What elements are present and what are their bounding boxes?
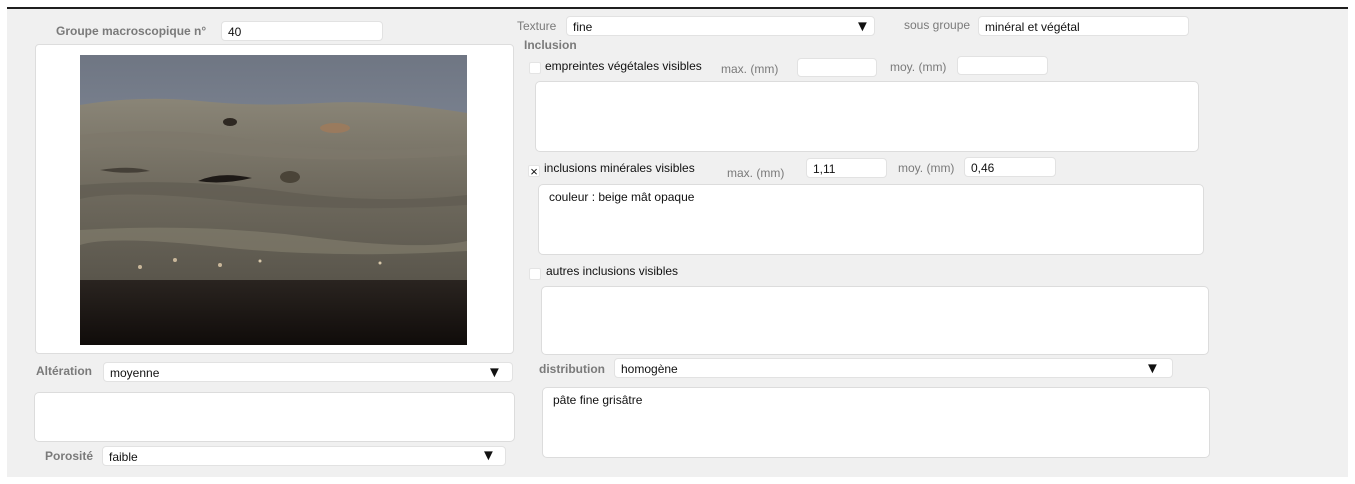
distribution-select[interactable]: homogène (614, 358, 1173, 378)
groupe-label: Groupe macroscopique n° (56, 24, 207, 38)
sample-photo-image (80, 55, 467, 345)
mineral-notes[interactable]: couleur : beige mât opaque (538, 184, 1204, 255)
texture-select[interactable]: fine (566, 16, 875, 36)
alteration-select[interactable]: moyenne (103, 362, 513, 382)
mineral-max-label: max. (mm) (727, 166, 785, 180)
distribution-dropdown-arrow-icon[interactable]: ▼ (1145, 361, 1160, 376)
mineral-moy-label: moy. (mm) (898, 161, 955, 175)
mineral-checkbox-icon[interactable]: × (528, 165, 540, 178)
vegetal-max-label: max. (mm) (721, 62, 779, 76)
inclusion-heading: Inclusion (524, 38, 577, 52)
vegetal-moy-field[interactable] (957, 56, 1048, 75)
sample-photo (80, 55, 467, 345)
texture-dropdown-arrow-icon[interactable]: ▼ (855, 19, 870, 34)
porosite-label: Porosité (45, 449, 94, 463)
autres-checkbox-icon[interactable] (529, 268, 541, 280)
vegetal-max-field[interactable] (797, 58, 877, 77)
vegetal-notes[interactable] (535, 81, 1199, 152)
alteration-notes[interactable] (34, 392, 515, 442)
alteration-dropdown-arrow-icon[interactable]: ▼ (487, 365, 502, 380)
mineral-label: inclusions minérales visibles (544, 161, 695, 175)
vegetal-moy-label: moy. (mm) (890, 60, 947, 74)
vegetal-label: empreintes végétales visibles (545, 59, 702, 73)
sous-groupe-label: sous groupe (904, 18, 971, 32)
autres-label: autres inclusions visibles (546, 264, 679, 278)
sous-groupe-field[interactable]: minéral et végétal (978, 16, 1189, 36)
autres-notes[interactable] (541, 286, 1209, 355)
porosite-dropdown-arrow-icon[interactable]: ▼ (481, 448, 496, 463)
mineral-max-field[interactable]: 1,11 (806, 158, 887, 178)
texture-label: Texture (517, 19, 557, 33)
alteration-label: Altération (36, 364, 93, 378)
mineral-moy-field[interactable]: 0,46 (964, 157, 1056, 177)
distribution-label: distribution (539, 362, 605, 376)
porosite-select[interactable]: faible (102, 446, 506, 466)
vegetal-checkbox-icon[interactable] (529, 62, 541, 74)
groupe-field[interactable]: 40 (221, 21, 383, 41)
distribution-notes[interactable]: pâte fine grisâtre (542, 387, 1210, 458)
